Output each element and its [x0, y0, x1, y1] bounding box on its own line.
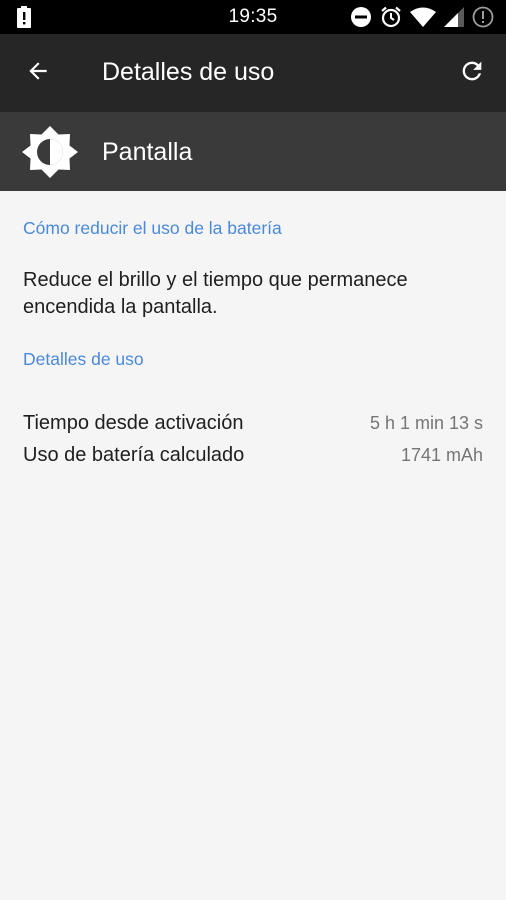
detail-row-battery-usage: Uso de batería calculado 1741 mAh: [23, 440, 483, 470]
signal-icon: [444, 7, 464, 27]
detail-row-active-time: Tiempo desde activación 5 h 1 min 13 s: [23, 408, 483, 438]
back-button[interactable]: [16, 51, 60, 95]
refresh-button[interactable]: [450, 51, 494, 95]
content-area: Cómo reducir el uso de la batería Reduce…: [0, 191, 506, 900]
alert-circle-icon: [472, 6, 494, 28]
tip-section-title: Cómo reducir el uso de la batería: [23, 218, 282, 238]
detail-label: Uso de batería calculado: [23, 443, 245, 466]
detail-value: 5 h 1 min 13 s: [369, 412, 483, 433]
arrow-back-icon: [25, 58, 51, 89]
wifi-icon: [410, 7, 436, 27]
detail-label: Tiempo desde activación: [23, 411, 244, 434]
refresh-icon: [458, 57, 486, 90]
brightness-icon: [22, 124, 78, 180]
details-section-title: Detalles de uso: [23, 349, 144, 369]
detail-value: 1741 mAh: [400, 444, 483, 465]
app-name: Pantalla: [102, 138, 193, 166]
app-header: Pantalla: [0, 112, 506, 191]
toolbar: Detalles de uso: [0, 34, 506, 112]
tip-text: Reduce el brillo y el tiempo que permane…: [23, 269, 408, 318]
alarm-icon: [380, 6, 402, 28]
status-icons: [350, 6, 494, 28]
do-not-disturb-icon: [350, 6, 372, 28]
status-bar: 19:35: [0, 0, 506, 34]
page-title: Detalles de uso: [102, 58, 275, 86]
